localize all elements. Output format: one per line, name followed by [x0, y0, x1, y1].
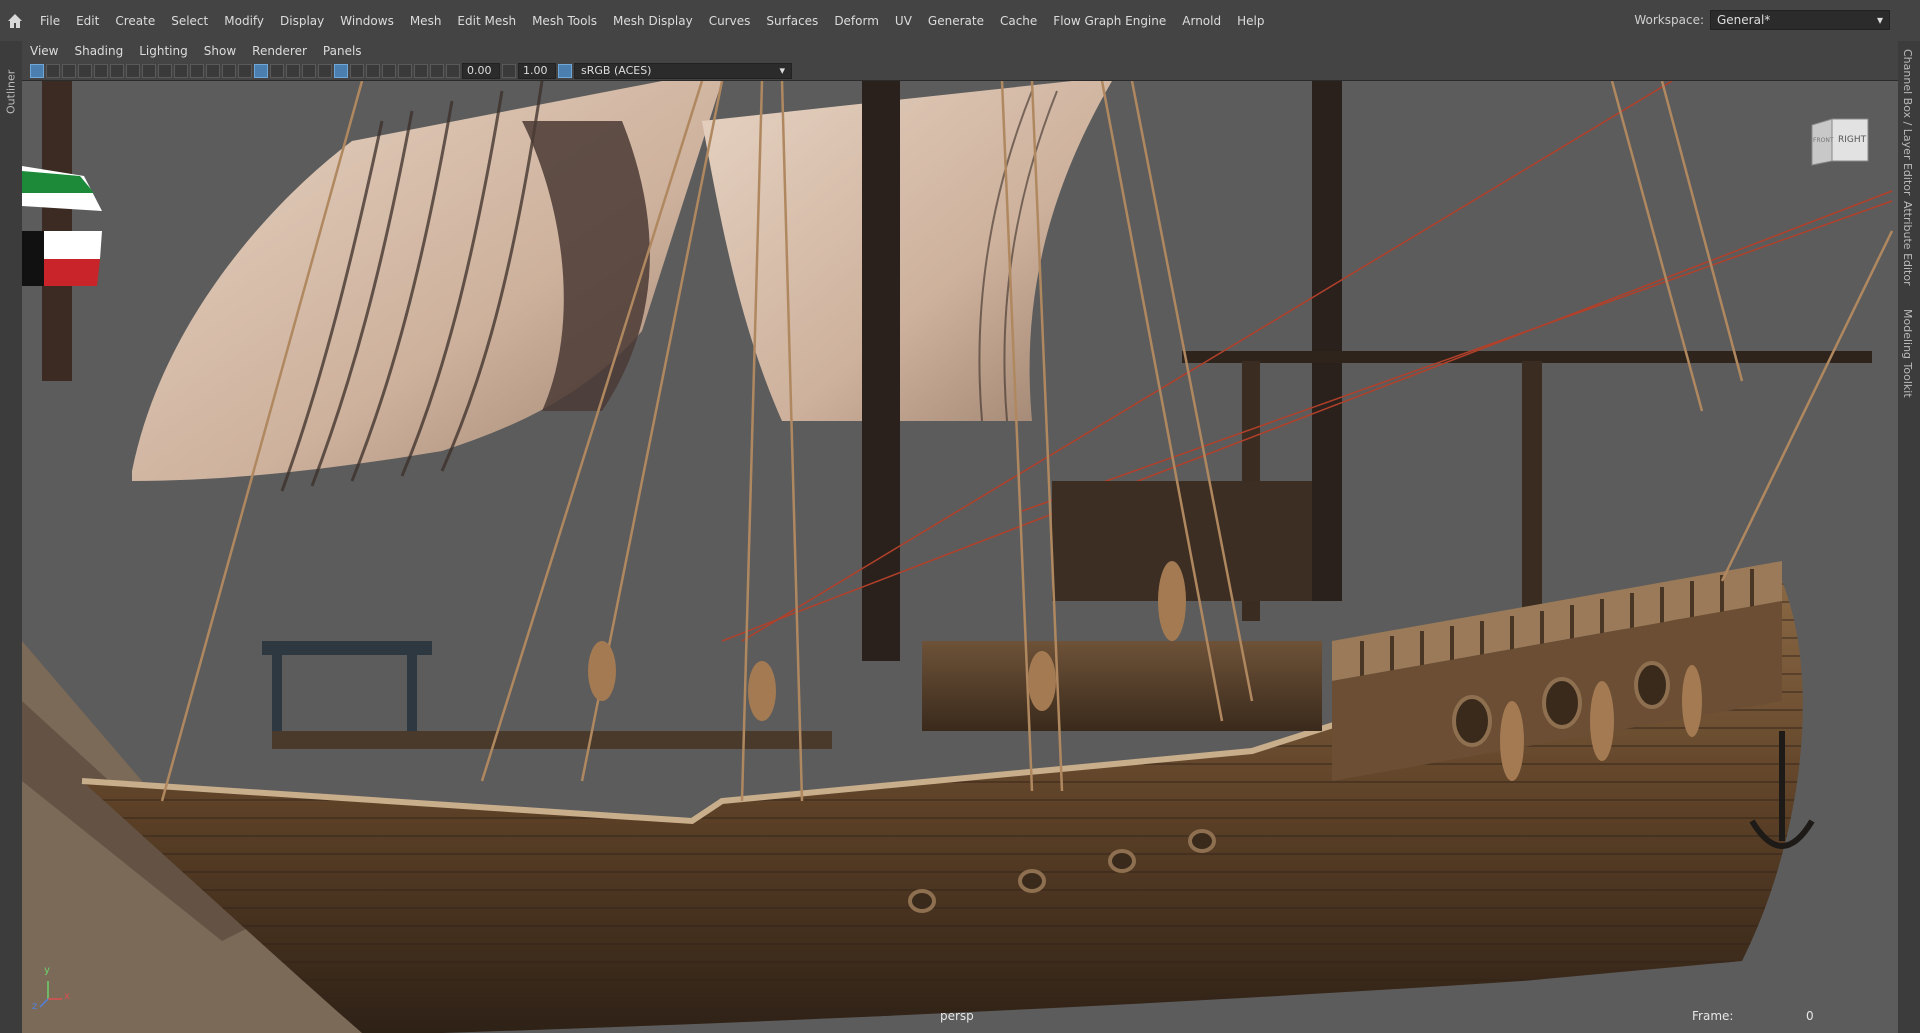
color-management-icon[interactable] — [558, 63, 572, 78]
aft-mast — [1312, 81, 1342, 601]
menu-edit-mesh[interactable]: Edit Mesh — [449, 14, 524, 28]
cargo-rack — [262, 641, 432, 655]
wireframe-icon[interactable] — [238, 63, 252, 78]
fore-sail — [702, 81, 1112, 421]
menu-mesh[interactable]: Mesh — [402, 14, 450, 28]
shadows-icon[interactable] — [318, 63, 332, 78]
bookmarks-icon[interactable] — [62, 63, 76, 78]
grease-pencil-icon[interactable] — [110, 63, 124, 78]
wireframe-on-shaded-icon[interactable] — [270, 63, 284, 78]
menu-surfaces[interactable]: Surfaces — [758, 14, 826, 28]
tab-modeling-toolkit[interactable]: Modeling Toolkit — [1901, 309, 1914, 398]
menu-mesh-tools[interactable]: Mesh Tools — [524, 14, 605, 28]
menu-display[interactable]: Display — [272, 14, 332, 28]
textured-icon[interactable] — [286, 63, 300, 78]
panel-menu-renderer[interactable]: Renderer — [244, 44, 315, 58]
menu-curves[interactable]: Curves — [701, 14, 759, 28]
workspace-dropdown[interactable]: General* ▾ — [1710, 10, 1890, 30]
view-cube[interactable]: FRONT RIGHT — [1810, 115, 1870, 167]
panel-menu-panels[interactable]: Panels — [315, 44, 370, 58]
menu-flow-graph-engine[interactable]: Flow Graph Engine — [1045, 14, 1174, 28]
menu-create[interactable]: Create — [107, 14, 163, 28]
menu-modify[interactable]: Modify — [216, 14, 272, 28]
anti-aliasing-icon[interactable] — [366, 63, 380, 78]
axis-z-label: z — [32, 1001, 38, 1012]
ship-scene-render — [22, 81, 1894, 1033]
color-space-dropdown[interactable]: sRGB (ACES) ▾ — [574, 62, 792, 79]
menu-deform[interactable]: Deform — [826, 14, 887, 28]
gamma-field[interactable]: 1.00 — [518, 62, 556, 79]
menu-generate[interactable]: Generate — [920, 14, 992, 28]
main-menubar: File Edit Create Select Modify Display W… — [0, 0, 1920, 42]
screen-space-ao-icon[interactable] — [334, 63, 348, 78]
panel-menubar: View Shading Lighting Show Renderer Pane… — [22, 41, 1898, 61]
image-plane-icon[interactable] — [78, 63, 92, 78]
workspace-label: Workspace: — [1634, 13, 1704, 27]
axis-x-label: x — [64, 991, 70, 1002]
resolution-gate-icon[interactable] — [158, 63, 172, 78]
viewport-persp[interactable]: y x z FRONT RIGHT persp Frame: 0 — [22, 81, 1898, 1033]
panel-menu-shading[interactable]: Shading — [66, 44, 131, 58]
exposure-icon[interactable] — [446, 63, 460, 78]
isolate-select-icon[interactable] — [398, 63, 412, 78]
left-tab-strip: Outliner — [0, 41, 23, 1033]
menu-uv[interactable]: UV — [887, 14, 920, 28]
exposure-field[interactable]: 0.00 — [462, 62, 500, 79]
menu-mesh-display[interactable]: Mesh Display — [605, 14, 701, 28]
menu-cache[interactable]: Cache — [992, 14, 1045, 28]
use-all-lights-icon[interactable] — [302, 63, 316, 78]
xray-joints-icon[interactable] — [430, 63, 444, 78]
gamma-icon[interactable] — [502, 63, 516, 78]
select-camera-icon[interactable] — [30, 63, 44, 78]
menu-arnold[interactable]: Arnold — [1174, 14, 1229, 28]
chevron-down-icon: ▾ — [1876, 13, 1883, 27]
menu-items: File Edit Create Select Modify Display W… — [32, 0, 1272, 41]
view-cube-right: RIGHT — [1838, 135, 1867, 145]
camera-name-label: persp — [940, 1009, 974, 1023]
depth-of-field-icon[interactable] — [382, 63, 396, 78]
deck-boom — [272, 731, 832, 749]
home-icon[interactable] — [6, 12, 24, 30]
camera-attributes-icon[interactable] — [46, 63, 60, 78]
right-tab-strip: Channel Box / Layer Editor Attribute Edi… — [1897, 41, 1920, 1033]
chevron-down-icon: ▾ — [779, 64, 785, 77]
menu-select[interactable]: Select — [163, 14, 216, 28]
color-space-value: sRGB (ACES) — [581, 64, 652, 77]
tab-attribute-editor[interactable]: Attribute Editor — [1901, 201, 1914, 286]
panel-menu-view[interactable]: View — [22, 44, 66, 58]
field-chart-icon[interactable] — [190, 63, 204, 78]
film-gate-icon[interactable] — [142, 63, 156, 78]
menu-file[interactable]: File — [32, 14, 68, 28]
workspace-selector: Workspace: General* ▾ — [1634, 10, 1890, 30]
axis-y-label: y — [44, 965, 50, 976]
mid-deck-structure — [922, 641, 1322, 731]
frame-value: 0 — [1806, 1009, 1814, 1023]
two-d-pan-icon[interactable] — [94, 63, 108, 78]
grid-icon[interactable] — [126, 63, 140, 78]
safe-action-icon[interactable] — [206, 63, 220, 78]
panel-menu-lighting[interactable]: Lighting — [131, 44, 196, 58]
gate-mask-icon[interactable] — [174, 63, 188, 78]
smooth-shade-icon[interactable] — [254, 63, 268, 78]
menu-help[interactable]: Help — [1229, 14, 1272, 28]
workspace-value: General* — [1717, 13, 1771, 27]
panel-toolbar: 0.00 1.00 sRGB (ACES) ▾ — [22, 61, 1898, 81]
safe-title-icon[interactable] — [222, 63, 236, 78]
tab-outliner[interactable]: Outliner — [2, 47, 20, 137]
menu-windows[interactable]: Windows — [332, 14, 402, 28]
menu-edit[interactable]: Edit — [68, 14, 107, 28]
view-cube-front: FRONT — [1813, 137, 1834, 144]
tab-channel-box[interactable]: Channel Box / Layer Editor — [1901, 49, 1914, 196]
panel-menu-show[interactable]: Show — [196, 44, 244, 58]
frame-label: Frame: — [1692, 1009, 1734, 1023]
stern-post — [1522, 361, 1542, 611]
motion-blur-icon[interactable] — [350, 63, 364, 78]
xray-icon[interactable] — [414, 63, 428, 78]
